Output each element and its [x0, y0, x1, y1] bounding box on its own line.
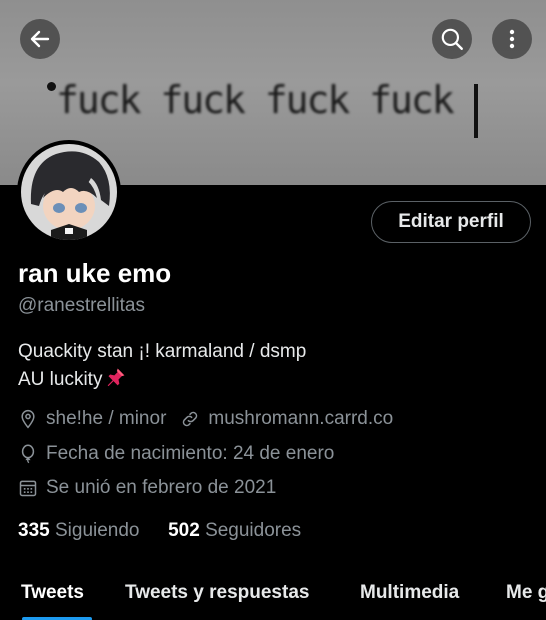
profile-name: ran uke emo: [18, 258, 172, 288]
following-count: 335: [18, 520, 50, 541]
banner-dot: [47, 82, 56, 91]
avatar[interactable]: [17, 140, 121, 244]
bio-line-2: AU luckity: [18, 366, 306, 396]
profile-meta-birthday: Fecha de nacimiento: 24 de enero: [18, 443, 334, 465]
back-button[interactable]: [20, 19, 60, 59]
profile-handle: @ranestrellitas: [18, 295, 145, 316]
profile-meta-joined: Se unió en febrero de 2021: [18, 477, 276, 499]
search-button[interactable]: [432, 19, 472, 59]
pushpin-icon: [106, 367, 126, 396]
tab-media[interactable]: Multimedia: [360, 582, 459, 604]
search-icon: [441, 28, 463, 50]
banner-text: fuck fuck fuck fuck: [56, 78, 455, 122]
more-button[interactable]: [492, 19, 532, 59]
website-link[interactable]: mushromann.carrd.co: [208, 408, 393, 430]
link-icon: [180, 409, 200, 429]
banner-cursor: [474, 84, 478, 138]
bio-line-1: Quackity stan ¡! karmaland / dsmp: [18, 341, 307, 362]
joined-text: Se unió en febrero de 2021: [46, 477, 277, 498]
arrow-left-icon: [30, 30, 50, 48]
follow-stats: 335 Siguiendo 502 Seguidores: [18, 520, 301, 542]
more-vertical-icon: [509, 29, 515, 49]
location-icon: [18, 409, 38, 429]
profile-bio: Quackity stan ¡! karmaland / dsmp AU luc…: [18, 338, 306, 396]
birthday-text: Fecha de nacimiento: 24 de enero: [46, 443, 335, 464]
balloon-icon: [18, 444, 38, 464]
tab-likes[interactable]: Me g: [506, 582, 546, 604]
following-label: Siguiendo: [54, 520, 140, 541]
location-text: she!he / minor: [46, 408, 167, 429]
followers-link[interactable]: 502 Seguidores: [168, 520, 301, 541]
following-link[interactable]: 335 Siguiendo: [18, 520, 140, 541]
followers-count: 502: [168, 520, 200, 541]
profile-tabs: Tweets Tweets y respuestas Multimedia Me…: [0, 570, 546, 620]
calendar-icon: [18, 478, 38, 498]
avatar-image: [21, 144, 117, 240]
tab-tweets-replies[interactable]: Tweets y respuestas: [125, 582, 309, 604]
edit-profile-button[interactable]: Editar perfil: [371, 201, 531, 243]
followers-label: Seguidores: [205, 520, 302, 541]
profile-meta-location-website: she!he / minor mushromann.carrd.co: [18, 408, 393, 430]
bio-line-2-text: AU luckity: [18, 369, 103, 390]
tab-tweets[interactable]: Tweets: [21, 582, 84, 604]
